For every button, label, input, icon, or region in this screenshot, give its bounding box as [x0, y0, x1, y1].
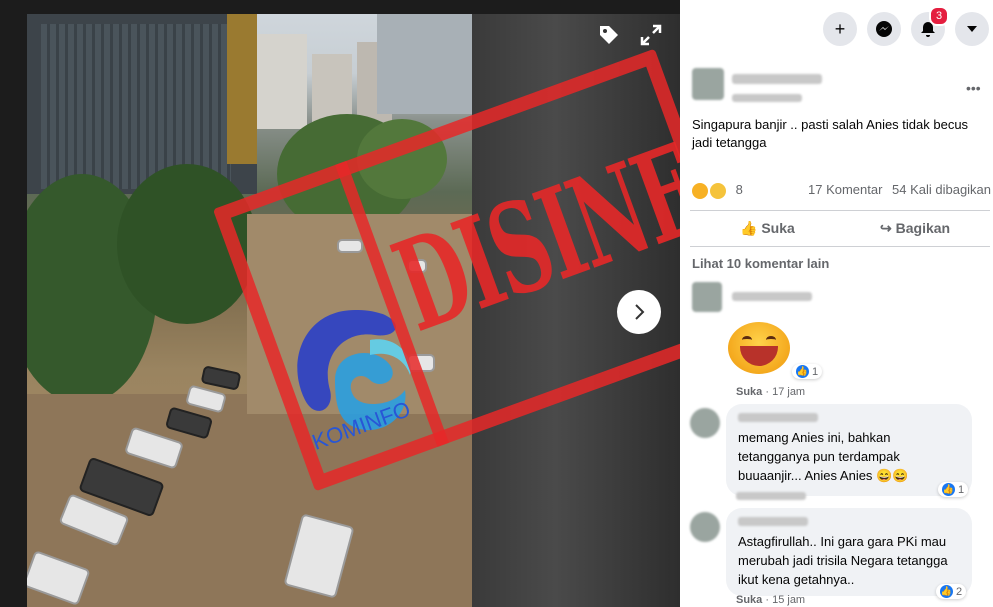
- comment-time: · 15 jam: [765, 594, 806, 606]
- haha-reaction-icon: [692, 182, 708, 199]
- divider: [690, 246, 990, 247]
- post-text: Singapura banjir .. pasti salah Anies ti…: [692, 117, 969, 150]
- messenger-button[interactable]: [867, 12, 901, 46]
- photo-viewer: KOMINFO DISINFORMASI: [0, 0, 680, 607]
- comment-like-count[interactable]: 👍 2: [936, 584, 967, 599]
- like-count: 1: [958, 483, 965, 496]
- commenter-avatar[interactable]: [692, 282, 722, 312]
- view-more-comments-link[interactable]: Lihat 10 komentar lain: [692, 256, 829, 271]
- like-count: 2: [956, 585, 963, 598]
- like-icon: 👍: [740, 220, 758, 236]
- like-button[interactable]: 👍 Suka: [740, 220, 795, 237]
- commenter-name-blurred[interactable]: [732, 292, 812, 301]
- comment-like-count[interactable]: 👍 1: [792, 364, 823, 379]
- expand-icon[interactable]: [638, 22, 664, 48]
- commenter-name-blurred[interactable]: [738, 413, 818, 422]
- comment-text: Astagfirullah.. Ini gara gara PKi mau me…: [738, 534, 948, 587]
- commenter-avatar[interactable]: [690, 408, 720, 438]
- post-options-button[interactable]: •••: [966, 80, 981, 96]
- create-button[interactable]: +: [823, 12, 857, 46]
- tag-icon[interactable]: [596, 22, 622, 48]
- like-label: Suka: [761, 220, 795, 236]
- messenger-icon: [876, 21, 892, 37]
- comment-count[interactable]: 17 Komentar: [808, 182, 882, 197]
- comment-time: · 17 jam: [765, 386, 806, 398]
- share-count[interactable]: 54 Kali dibagikan: [892, 182, 991, 197]
- chevron-right-icon: [635, 304, 645, 320]
- caret-down-icon: [967, 26, 977, 32]
- plus-icon: +: [834, 18, 846, 39]
- comment-like-action[interactable]: Suka: [736, 386, 762, 398]
- commenter-avatar[interactable]: [690, 512, 720, 542]
- like-icon: 👍: [796, 365, 809, 378]
- divider: [690, 210, 990, 211]
- post-side-panel: ••• Singapura banjir .. pasti salah Anie…: [680, 60, 993, 607]
- notification-badge: 3: [929, 6, 949, 26]
- share-label: Bagikan: [895, 220, 951, 236]
- reaction-count[interactable]: 8: [736, 182, 743, 197]
- comment-text: memang Anies ini, bahkan tetangganya pun…: [738, 430, 909, 483]
- comment-like-action[interactable]: Suka: [736, 594, 762, 606]
- comment-bubble: Astagfirullah.. Ini gara gara PKi mau me…: [726, 508, 972, 596]
- like-icon: 👍: [942, 483, 955, 496]
- notifications-button[interactable]: 3: [911, 6, 949, 46]
- commenter-name-blurred[interactable]: [738, 517, 808, 526]
- poster-avatar[interactable]: [692, 68, 724, 100]
- like-icon: 👍: [940, 585, 953, 598]
- post-time-blurred: [732, 94, 802, 102]
- share-button[interactable]: ↪ Bagikan: [880, 220, 950, 237]
- share-icon: ↪: [880, 220, 892, 236]
- comment-bubble: memang Anies ini, bahkan tetangganya pun…: [726, 404, 972, 496]
- comment-meta: Suka · 15 jam: [736, 594, 805, 606]
- like-count: 1: [812, 365, 819, 378]
- wow-reaction-icon: [710, 182, 726, 199]
- comment-meta: Suka · 17 jam: [736, 386, 805, 398]
- poster-name-blurred[interactable]: [732, 74, 822, 84]
- comment-meta-blurred: [736, 492, 806, 500]
- post-stats: 8 17 Komentar 54 Kali dibagikan: [692, 182, 992, 199]
- account-menu-button[interactable]: [955, 12, 989, 46]
- top-navigation-bar: + 3: [680, 0, 993, 60]
- comment-like-count[interactable]: 👍 1: [938, 482, 969, 497]
- next-photo-button[interactable]: [617, 290, 661, 334]
- laughing-face-sticker: [728, 322, 790, 374]
